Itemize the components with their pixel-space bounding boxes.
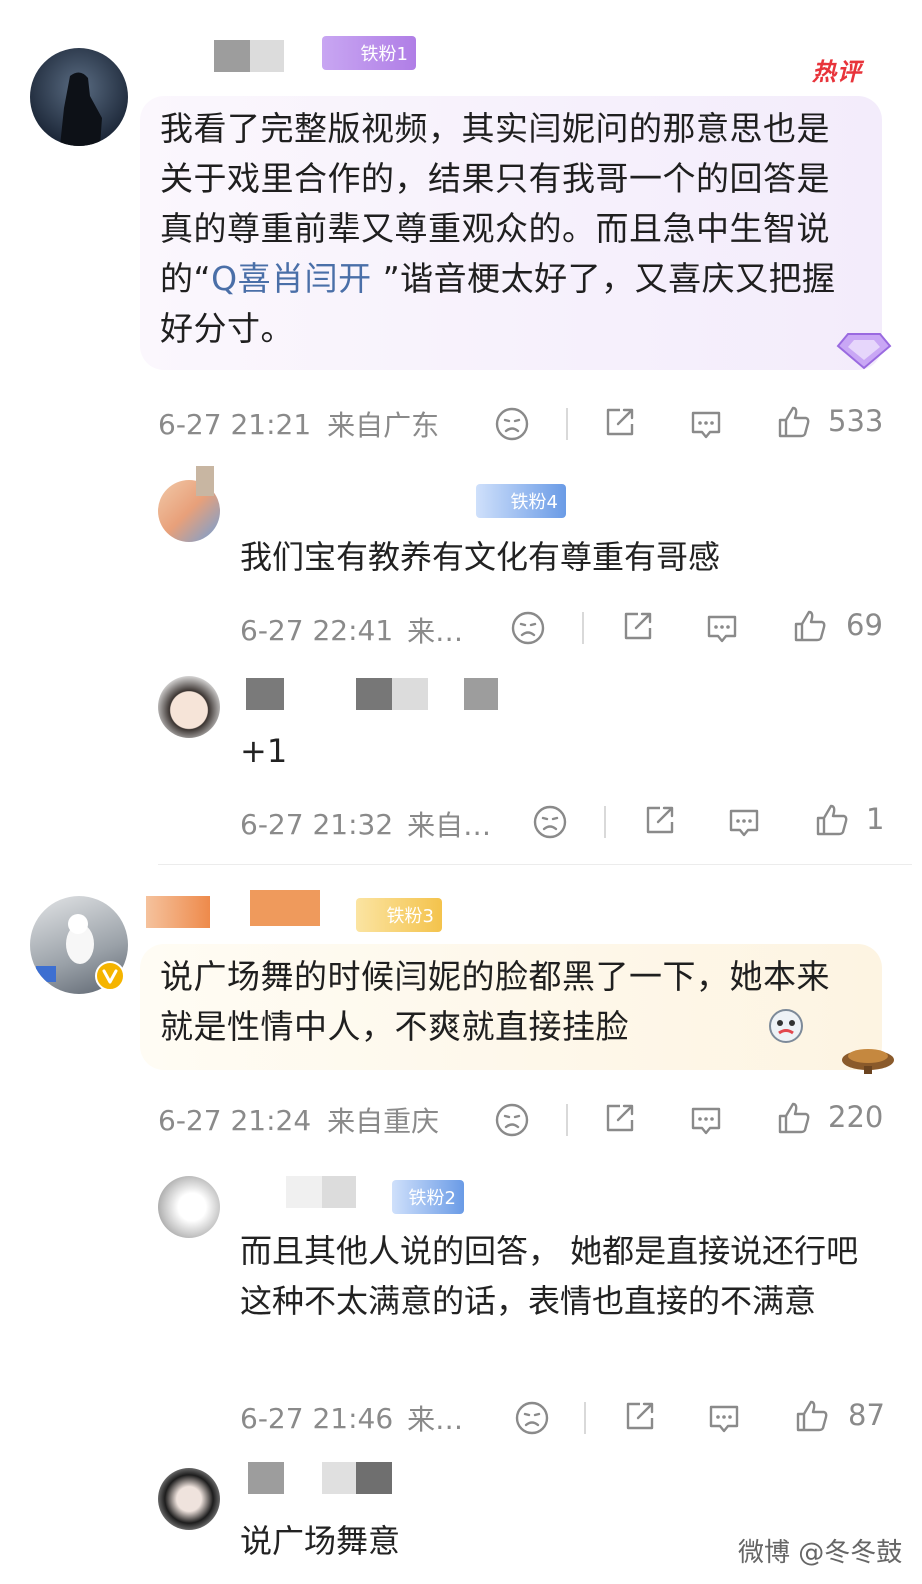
sad-face-icon[interactable] [492, 1100, 532, 1140]
reply-text: 而且其他人说的回答， 她都是直接说还行吧这种不太满意的话，表情也直接的不满意 [240, 1232, 859, 1320]
comment-icon[interactable] [702, 608, 742, 648]
fan-badge[interactable]: 铁粉4 [476, 484, 566, 518]
location: 来自… [407, 809, 492, 842]
username-blurred[interactable] [464, 678, 498, 710]
like-count: 1 [866, 802, 885, 836]
username-blurred[interactable] [248, 1462, 284, 1494]
separator [584, 1402, 586, 1434]
username-blurred[interactable] [250, 890, 320, 926]
fan-badge[interactable]: 铁粉3 [356, 898, 442, 932]
share-icon[interactable] [600, 1098, 640, 1138]
thumbs-up-icon[interactable] [774, 402, 814, 442]
username-blurred[interactable] [392, 678, 428, 710]
fan-badge[interactable]: 铁粉2 [392, 1180, 464, 1214]
thumbs-up-icon[interactable] [792, 1396, 832, 1436]
timestamp: 6-27 21:24 [158, 1103, 312, 1137]
reply-meta: 6-27 21:46 来… [240, 1398, 463, 1438]
share-icon[interactable] [618, 606, 658, 646]
divider [158, 864, 912, 865]
reply-text: 我们宝有教养有文化有尊重有哥感 [240, 538, 721, 576]
share-icon[interactable] [600, 402, 640, 442]
like-count: 69 [846, 608, 883, 642]
username-blurred[interactable] [250, 40, 284, 72]
sad-face-icon[interactable] [530, 802, 570, 842]
verified-v-icon [94, 960, 126, 992]
username-blurred[interactable] [196, 466, 214, 496]
like-count: 533 [828, 404, 884, 438]
comment-text: 说广场舞的时候闫妮的脸都黑了一下，她本来就是性情中人，不爽就直接挂脸 [160, 957, 830, 1046]
thumbs-up-icon[interactable] [812, 800, 852, 840]
comment-text: 我看了完整版视频，其实闫妮问的那意思也是关于戏里合作的，结果只有我哥一个的回答是… [160, 109, 836, 348]
share-icon[interactable] [640, 800, 680, 840]
username-blurred[interactable] [146, 896, 210, 928]
username-blurred[interactable] [356, 678, 392, 710]
location: 来… [407, 1403, 464, 1436]
location: 来… [407, 615, 464, 648]
username-blurred[interactable] [246, 678, 284, 710]
timestamp: 6-27 22:41 [240, 613, 394, 647]
comment-icon[interactable] [686, 404, 726, 444]
timestamp: 6-27 21:46 [240, 1401, 394, 1435]
reply-text: +1 [240, 732, 288, 770]
sad-face-icon[interactable] [492, 404, 532, 444]
watermark: 微博 @冬冬鼓 [738, 1538, 903, 1568]
reply-meta: 6-27 21:32 来自… [240, 804, 491, 844]
reply-meta: 6-27 22:41 来… [240, 610, 463, 650]
fan-badge-label: 铁粉3 [386, 906, 434, 927]
search-link[interactable]: Q喜肖闫开 [211, 259, 371, 298]
separator [604, 806, 606, 838]
location: 来自重庆 [327, 1105, 440, 1138]
timestamp: 6-27 21:21 [158, 407, 312, 441]
comment-icon[interactable] [724, 802, 764, 842]
fan-badge-label: 铁粉2 [408, 1188, 456, 1209]
like-count: 87 [848, 1398, 885, 1432]
timestamp: 6-27 21:32 [240, 807, 394, 841]
sad-face-icon[interactable] [512, 1398, 552, 1438]
comment-icon[interactable] [704, 1398, 744, 1438]
avatar[interactable] [158, 1468, 220, 1530]
avatar[interactable] [158, 676, 220, 738]
separator [566, 408, 568, 440]
username-blurred[interactable] [286, 1176, 322, 1208]
username-blurred[interactable] [322, 1176, 356, 1208]
decoration-icon [836, 1036, 900, 1076]
username-blurred[interactable] [214, 40, 250, 72]
comment-icon[interactable] [686, 1100, 726, 1140]
username-blurred[interactable] [356, 1462, 392, 1494]
fan-badge-label: 铁粉1 [360, 44, 408, 65]
like-count: 220 [828, 1100, 884, 1134]
location: 来自广东 [327, 409, 440, 442]
avatar[interactable] [158, 1176, 220, 1238]
username-blurred[interactable] [322, 1462, 356, 1494]
comment-meta: 6-27 21:24 来自重庆 [158, 1100, 439, 1140]
fan-badge[interactable]: 铁粉1 [322, 36, 416, 70]
emoji-icon [768, 1008, 804, 1044]
hot-comment-label: 热评 [812, 58, 862, 86]
avatar[interactable] [30, 48, 128, 146]
thumbs-up-icon[interactable] [790, 606, 830, 646]
comment-meta: 6-27 21:21 来自广东 [158, 404, 439, 444]
diamond-badge-icon [834, 326, 894, 372]
fan-badge-label: 铁粉4 [510, 492, 558, 513]
thumbs-up-icon[interactable] [774, 1098, 814, 1138]
separator [566, 1104, 568, 1136]
separator [582, 612, 584, 644]
sad-face-icon[interactable] [508, 608, 548, 648]
reply-text: 说广场舞意 [240, 1522, 401, 1560]
share-icon[interactable] [620, 1396, 660, 1436]
